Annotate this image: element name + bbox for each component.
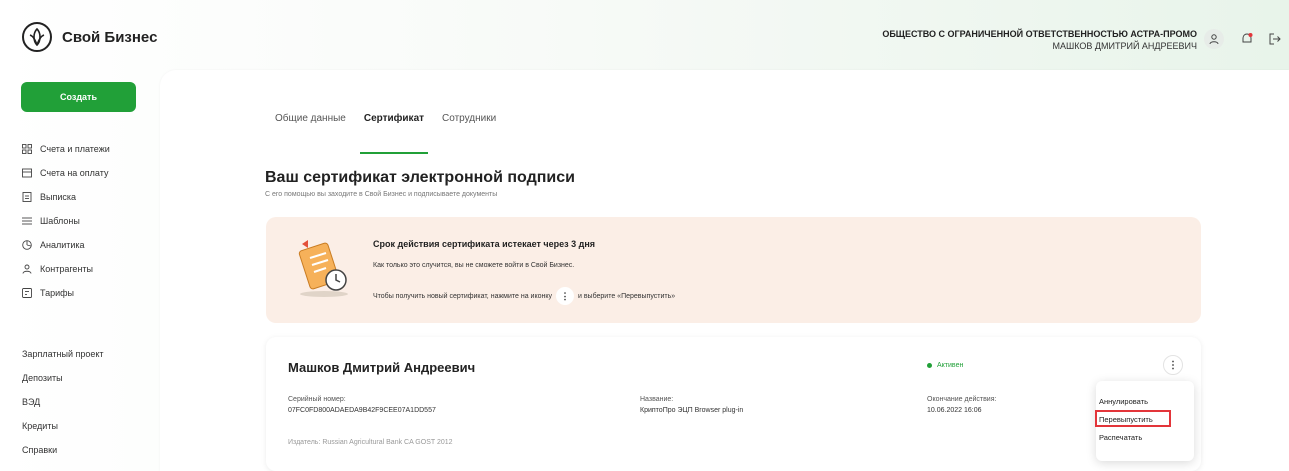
tab-certificate[interactable]: Сертификат bbox=[359, 113, 429, 154]
certificate-expiry-illustration-icon bbox=[296, 236, 356, 300]
warning-instruction-text: Чтобы получить новый сертификат, нажмите… bbox=[373, 292, 552, 300]
menu-item-print[interactable]: Распечатать bbox=[1099, 433, 1142, 442]
expiry-warning-banner bbox=[266, 217, 1201, 323]
create-button[interactable]: Создать bbox=[21, 82, 136, 112]
organization-name: ОБЩЕСТВО С ОГРАНИЧЕННОЙ ОТВЕТСТВЕННОСТЬЮ… bbox=[882, 29, 1197, 39]
person-icon bbox=[22, 264, 32, 274]
sidebar-item-label: Контрагенты bbox=[40, 264, 94, 274]
sidebar-item-label: Тарифы bbox=[40, 288, 75, 298]
organization-info[interactable]: ОБЩЕСТВО С ОГРАНИЧЕННОЙ ОТВЕТСТВЕННОСТЬЮ… bbox=[882, 28, 1197, 52]
status-dot-icon bbox=[927, 363, 932, 368]
page-title: Ваш сертификат электронной подписи bbox=[265, 169, 575, 186]
sidebar-item-statement[interactable]: Выписка bbox=[22, 185, 110, 209]
warning-instruction-text-end: и выберите «Перевыпустить» bbox=[577, 292, 676, 300]
user-icon[interactable] bbox=[1204, 29, 1224, 49]
notifications-icon[interactable] bbox=[1237, 29, 1257, 49]
status-badge: Активен bbox=[927, 362, 963, 369]
page-subtitle: С его помощью вы заходите в Свой Бизнес … bbox=[265, 191, 498, 198]
more-actions-button[interactable]: ⋮ bbox=[1163, 355, 1183, 375]
sidebar-item-tariffs[interactable]: Тарифы bbox=[22, 281, 110, 305]
sidebar-item-references[interactable]: Справки bbox=[22, 438, 104, 462]
sidebar-item-label: Шаблоны bbox=[40, 216, 80, 226]
sidebar-item-label: Выписка bbox=[40, 192, 77, 202]
sidebar-item-ved[interactable]: ВЭД bbox=[22, 390, 104, 414]
issuer: Издатель: Russian Agricultural Bank CA G… bbox=[288, 439, 453, 446]
sidebar-item-label: Счета и платежи bbox=[40, 144, 110, 154]
menu-item-revoke[interactable]: Аннулировать bbox=[1099, 397, 1148, 406]
certificate-owner: Машков Дмитрий Андреевич bbox=[288, 360, 476, 375]
sidebar-item-salary-project[interactable]: Зарплатный проект bbox=[22, 342, 104, 366]
status-text: Активен bbox=[937, 362, 964, 369]
sidebar-item-accounts[interactable]: Счета и платежи bbox=[22, 137, 110, 161]
certificate-card bbox=[266, 337, 1201, 471]
statement-icon bbox=[22, 192, 32, 202]
warning-title: Срок действия сертификата истекает через… bbox=[373, 239, 596, 249]
sidebar-item-invoices[interactable]: Счета на оплату bbox=[22, 161, 110, 185]
tariff-icon bbox=[22, 288, 32, 298]
tab-bar: Общие данные Сертификат Сотрудники bbox=[275, 113, 496, 154]
more-vertical-icon: ⋮ bbox=[555, 287, 574, 305]
sidebar-item-credits[interactable]: Кредиты bbox=[22, 414, 104, 438]
expiry-value: 10.06.2022 16:06 bbox=[927, 407, 982, 414]
name-label: Название: bbox=[640, 396, 674, 403]
warning-instruction: Чтобы получить новый сертификат, нажмите… bbox=[373, 287, 675, 305]
sidebar-item-templates[interactable]: Шаблоны bbox=[22, 209, 110, 233]
sidebar-sections: Зарплатный проект Депозиты ВЭД Кредиты С… bbox=[22, 342, 104, 462]
user-name: МАШКОВ ДМИТРИЙ АНДРЕЕВИЧ bbox=[1052, 41, 1197, 51]
sidebar-item-deposits[interactable]: Депозиты bbox=[22, 366, 104, 390]
sidebar-item-label: Аналитика bbox=[40, 240, 85, 250]
app-logo[interactable]: Свой Бизнес bbox=[22, 22, 157, 52]
sidebar-item-label: Счета на оплату bbox=[40, 168, 109, 178]
warning-text: Как только это случится, вы не сможете в… bbox=[373, 262, 575, 269]
logout-icon[interactable] bbox=[1265, 29, 1285, 49]
serial-value: 07FC0FD800ADAEDA9B42F9CEE07A1DD557 bbox=[288, 407, 436, 414]
list-icon bbox=[22, 216, 32, 226]
serial-label: Серийный номер: bbox=[288, 396, 346, 403]
invoice-icon bbox=[22, 168, 32, 178]
sidebar-nav: Счета и платежи Счета на оплату Выписка … bbox=[22, 137, 110, 305]
app-name: Свой Бизнес bbox=[62, 28, 158, 46]
grid-icon bbox=[22, 144, 32, 154]
name-value: КриптоПро ЭЦП Browser plug-in bbox=[640, 407, 744, 414]
analytics-icon bbox=[22, 240, 32, 250]
reissue-highlight-frame bbox=[1095, 410, 1171, 427]
tab-general[interactable]: Общие данные bbox=[275, 113, 346, 134]
logo-icon bbox=[22, 22, 52, 52]
sidebar-item-counterparties[interactable]: Контрагенты bbox=[22, 257, 110, 281]
sidebar-item-analytics[interactable]: Аналитика bbox=[22, 233, 110, 257]
expiry-label: Окончание действия: bbox=[927, 396, 997, 403]
tab-employees[interactable]: Сотрудники bbox=[442, 113, 496, 134]
